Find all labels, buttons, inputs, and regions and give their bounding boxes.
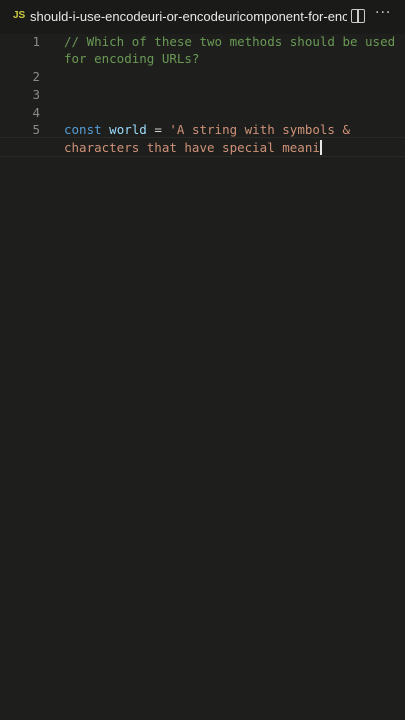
tab-bar: JS should-i-use-encodeuri-or-encodeurico… <box>0 0 405 34</box>
keyword-token: const <box>64 122 102 137</box>
string-token: 'A string with symbols & <box>169 122 351 137</box>
editor-tab[interactable]: JS should-i-use-encodeuri-or-encodeurico… <box>0 0 347 34</box>
code-editor[interactable]: 1 2 3 4 5 // Which of these two methods … <box>0 34 405 720</box>
string-token-continued: characters that have special meani <box>64 140 320 155</box>
code-line-5: const world = 'A string with symbols & <box>64 121 350 139</box>
line-number: 5 <box>32 122 40 137</box>
line-number: 1 <box>32 34 40 49</box>
line-number: 4 <box>32 105 40 120</box>
tab-title: should-i-use-encodeuri-or-encodeuricompo… <box>30 9 347 24</box>
javascript-file-icon: JS <box>13 10 26 21</box>
tab-actions: ··· <box>347 0 405 34</box>
line-number: 2 <box>32 69 40 84</box>
code-line-1: // Which of these two methods should be … <box>64 34 396 49</box>
line-number: 3 <box>32 87 40 102</box>
code-line-1-wrap: for encoding URLs? <box>64 51 200 66</box>
variable-token: world <box>109 122 147 137</box>
text-cursor <box>319 140 322 155</box>
code-line-5-wrap: characters that have special meani <box>64 139 322 157</box>
more-actions-icon[interactable]: ··· <box>375 5 391 21</box>
operator-token: = <box>146 122 170 137</box>
split-editor-icon[interactable] <box>351 9 365 23</box>
